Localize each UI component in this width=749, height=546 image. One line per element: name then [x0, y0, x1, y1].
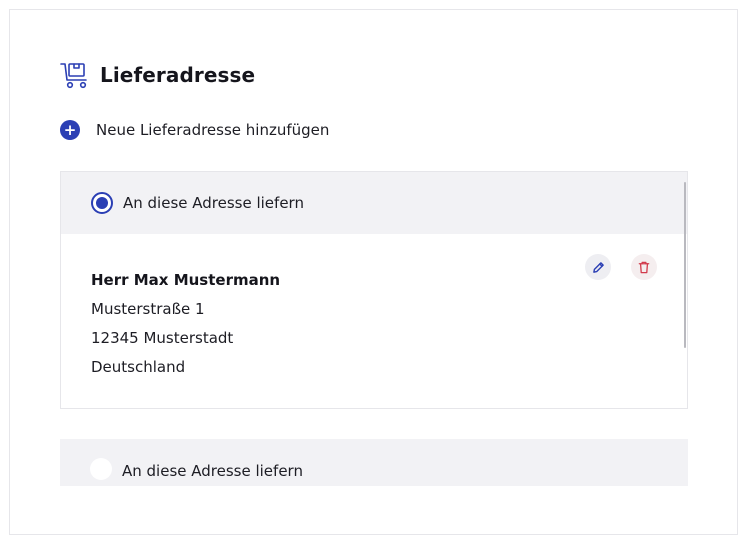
address-city: 12345 Musterstadt	[91, 329, 234, 347]
address-item: An diese Adresse liefern Herr Max Muster…	[60, 171, 688, 409]
delete-icon	[638, 261, 650, 273]
page-title: Lieferadresse	[100, 63, 256, 87]
address-details: Herr Max Mustermann Musterstraße 1 12345…	[61, 234, 687, 409]
section-header: Lieferadresse	[60, 61, 255, 89]
delete-address-button[interactable]	[631, 254, 657, 280]
address-select-bar[interactable]: An diese Adresse liefern	[61, 172, 687, 234]
edit-icon	[592, 261, 604, 273]
address-name: Herr Max Mustermann	[91, 271, 281, 289]
address-radio-selected[interactable]	[91, 192, 113, 214]
scrollbar[interactable]	[684, 182, 686, 348]
address-item: An diese Adresse liefern	[60, 439, 688, 486]
plus-circle-icon: +	[60, 120, 80, 140]
address-radio-label: An diese Adresse liefern	[123, 194, 304, 212]
address-radio-unselected[interactable]	[90, 458, 112, 480]
radio-dot	[96, 197, 108, 209]
add-address-label: Neue Lieferadresse hinzufügen	[96, 121, 330, 139]
address-select-bar[interactable]: An diese Adresse liefern	[60, 439, 688, 486]
delivery-cart-icon	[60, 61, 90, 89]
address-country: Deutschland	[91, 358, 186, 376]
edit-address-button[interactable]	[585, 254, 611, 280]
address-street: Musterstraße 1	[91, 300, 205, 318]
add-address-button[interactable]: + Neue Lieferadresse hinzufügen	[60, 120, 329, 140]
address-radio-label: An diese Adresse liefern	[122, 462, 303, 480]
